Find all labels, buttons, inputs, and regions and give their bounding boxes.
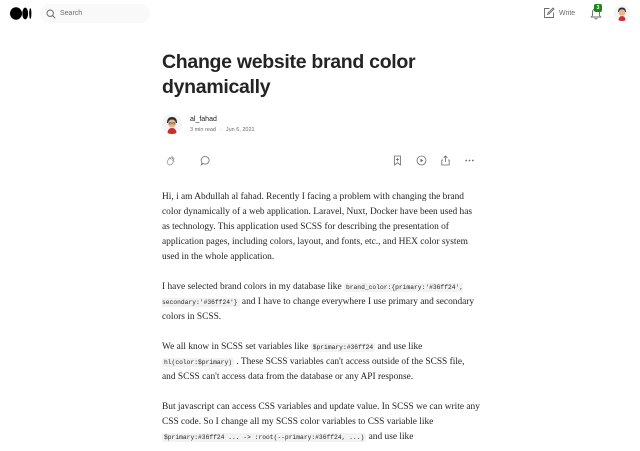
paragraph-scss-variables: We all know in SCSS set variables like $…: [162, 340, 480, 385]
publish-date: Jun 6, 2021: [225, 127, 255, 133]
user-avatar[interactable]: [614, 5, 630, 21]
search-icon: [46, 9, 56, 19]
author-name-link[interactable]: al_fahad: [190, 115, 217, 124]
search-input[interactable]: Search: [60, 8, 82, 19]
code-color-usage: hl(color:$primary): [162, 358, 235, 367]
clap-icon[interactable]: [165, 155, 176, 166]
meta-separator: ·: [220, 127, 222, 133]
article-body: Hi, i am Abdullah al fahad. Recently I f…: [162, 190, 480, 451]
code-primary-var: $primary:#36ff24: [310, 343, 376, 352]
write-icon: [544, 7, 555, 18]
read-time: 3 min read: [190, 127, 216, 133]
p3-text-b: and use like: [375, 342, 423, 352]
comment-icon[interactable]: [200, 155, 211, 166]
search-bar[interactable]: Search: [40, 4, 150, 23]
bookmark-add-icon[interactable]: [392, 155, 403, 166]
article-title: Change website brand color dynamically: [162, 51, 416, 98]
p4-text-a: But javascript can access CSS variables …: [162, 402, 480, 427]
more-icon[interactable]: [464, 155, 475, 166]
p4-text-b: and use like: [366, 432, 414, 442]
paragraph-css-variables: But javascript can access CSS variables …: [162, 400, 480, 445]
play-icon[interactable]: [416, 155, 427, 166]
author-avatar-illustration: [162, 114, 182, 134]
paragraph-brand-colors: I have selected brand colors in my datab…: [162, 280, 480, 325]
article-action-bar: [162, 155, 477, 169]
p2-text-a: I have selected brand colors in my datab…: [162, 282, 344, 292]
paragraph-intro: Hi, i am Abdullah al fahad. Recently I f…: [162, 192, 473, 262]
notification-count-badge: 3: [594, 4, 602, 12]
avatar-illustration: [614, 5, 630, 21]
p3-text-a: We all know in SCSS set variables like: [162, 342, 311, 352]
top-navigation-bar: Search Write 3: [0, 0, 640, 28]
code-root-vars: $primary:#36ff24 ... -> :root(--primary:…: [162, 433, 367, 442]
author-avatar[interactable]: [162, 114, 182, 134]
share-icon[interactable]: [440, 155, 451, 166]
write-label: Write: [559, 10, 576, 17]
article-meta: 3 min read · Jun 6, 2021: [190, 127, 255, 134]
medium-logo-icon[interactable]: [10, 7, 32, 20]
